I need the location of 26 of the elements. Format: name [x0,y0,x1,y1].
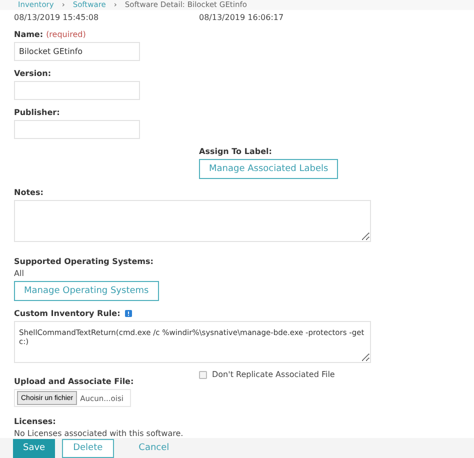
manage-os-button[interactable]: Manage Operating Systems [14,281,159,301]
publisher-field[interactable] [14,120,140,139]
save-button[interactable]: Save [13,438,56,458]
field-label: Assign To Label: [199,147,273,156]
modified-date: 08/13/2019 16:06:17 [199,13,284,22]
os-value: All [14,269,25,278]
name-field[interactable]: Bilocket GEtinfo [14,42,140,61]
help-icon[interactable] [125,310,132,317]
version-field[interactable] [14,81,140,100]
notes-field[interactable] [14,200,371,242]
checkbox-label: Don't Replicate Associated File [212,370,335,379]
delete-button[interactable]: Delete [62,438,114,458]
field-label: Custom Inventory Rule: [14,309,120,318]
created-date: 08/13/2019 15:45:08 [14,13,100,22]
field-label: Supported Operating Systems: [14,257,154,266]
field-label: Upload and Associate File: [14,377,135,386]
field-label: Version: [14,69,52,78]
field-label: Notes: [14,188,44,197]
field-label: Publisher: [14,108,61,117]
licenses-text: No Licenses associated with this software. [14,429,184,438]
manage-labels-button[interactable]: Manage Associated Labels [199,159,338,179]
field-label: Name: [14,30,44,39]
field-label: Licenses: [14,417,57,426]
checkbox[interactable] [199,370,207,378]
cancel-link[interactable]: Cancel [128,438,180,458]
required-hint: (required) [46,30,86,39]
